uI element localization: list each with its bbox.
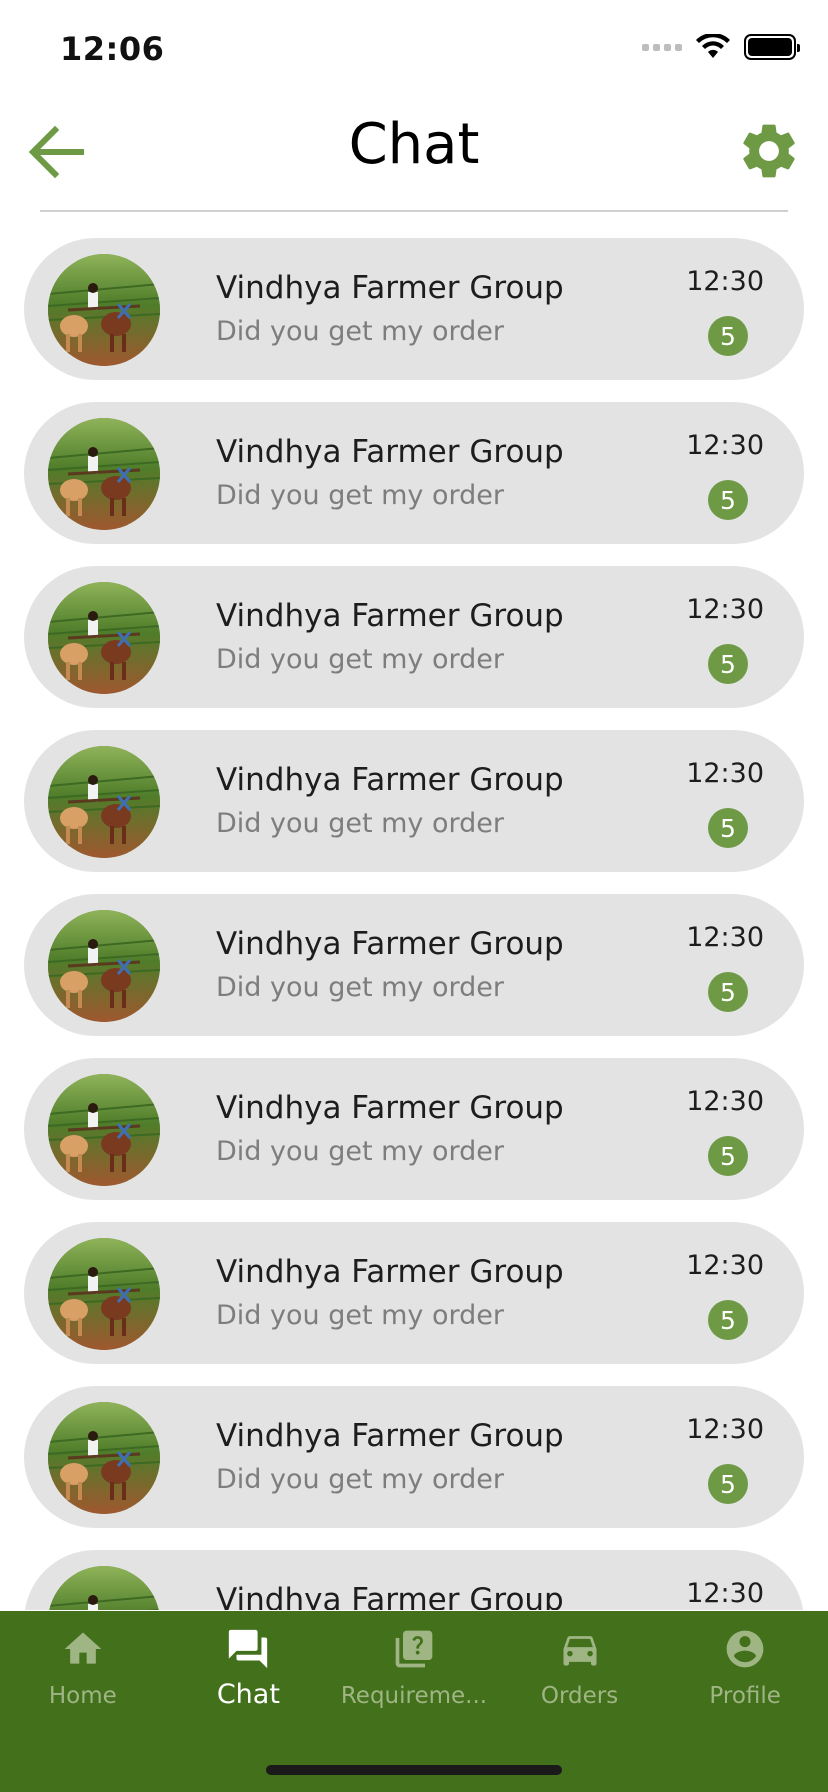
chat-time: 12:30 [686, 266, 764, 297]
avatar [48, 1074, 160, 1186]
chat-preview: Did you get my order [216, 808, 504, 839]
gear-icon [743, 124, 795, 178]
header-divider [40, 210, 788, 212]
status-time: 12:06 [60, 30, 165, 68]
chat-list-item[interactable]: Vindhya Farmer Group Did you get my orde… [24, 238, 804, 380]
car-icon [563, 1636, 597, 1666]
nav-label-home: Home [48, 1683, 117, 1709]
nav-label-chat: Chat [216, 1679, 280, 1710]
home-indicator [266, 1765, 562, 1775]
nav-label-orders: Orders [540, 1683, 619, 1709]
chat-time: 12:30 [686, 430, 764, 461]
battery-icon [744, 34, 800, 60]
chat-preview: Did you get my order [216, 972, 504, 1003]
chat-list-item[interactable]: Vindhya Farmer Group Did you get my orde… [24, 566, 804, 708]
chat-time: 12:30 [686, 1086, 764, 1117]
avatar-image [48, 582, 160, 694]
unread-badge: 5 [708, 644, 748, 684]
avatar-image [48, 1074, 160, 1186]
settings-button[interactable] [734, 116, 804, 186]
chat-preview: Did you get my order [216, 1136, 504, 1167]
avatar-image [48, 1238, 160, 1350]
avatar [48, 1402, 160, 1514]
chat-time: 12:30 [686, 594, 764, 625]
avatar-image [48, 418, 160, 530]
avatar-image [48, 910, 160, 1022]
avatar-image [48, 746, 160, 858]
chat-preview: Did you get my order [216, 316, 504, 347]
unread-badge: 5 [708, 1136, 748, 1176]
avatar-image [48, 1566, 160, 1610]
nav-item-orders[interactable]: Orders [497, 1611, 663, 1731]
status-bar: 12:06 [0, 0, 828, 100]
chat-time: 12:30 [686, 1414, 764, 1445]
nav-item-home[interactable]: Home [0, 1611, 166, 1731]
chat-preview: Did you get my order [216, 1464, 504, 1495]
chat-name: Vindhya Farmer Group [216, 1582, 564, 1610]
chat-list-item[interactable]: Vindhya Farmer Group Did you get my orde… [24, 894, 804, 1036]
chat-list-item[interactable]: Vindhya Farmer Group Did you get my orde… [24, 402, 804, 544]
nav-label-requirements: Requireme... [340, 1683, 488, 1709]
chat-time: 12:30 [686, 758, 764, 789]
chat-name: Vindhya Farmer Group [216, 926, 564, 962]
nav-label-profile: Profile [709, 1683, 781, 1709]
chat-name: Vindhya Farmer Group [216, 598, 564, 634]
avatar [48, 418, 160, 530]
chat-preview: Did you get my order [216, 1300, 504, 1331]
chat-name: Vindhya Farmer Group [216, 1254, 564, 1290]
unread-badge: 5 [708, 480, 748, 520]
unread-badge: 5 [708, 1464, 748, 1504]
chat-time: 12:30 [686, 922, 764, 953]
avatar-image [48, 1402, 160, 1514]
avatar [48, 1238, 160, 1350]
avatar-image [48, 254, 160, 366]
avatar [48, 582, 160, 694]
chat-list-item[interactable]: Vindhya Farmer Group Did you get my orde… [24, 1222, 804, 1364]
avatar [48, 1566, 160, 1610]
profile-icon [726, 1630, 764, 1668]
unread-badge: 5 [708, 316, 748, 356]
chat-list-item[interactable]: Vindhya Farmer Group Did you get my orde… [24, 730, 804, 872]
nav-item-requirements[interactable]: Requireme... [331, 1611, 497, 1731]
unread-badge: 5 [708, 972, 748, 1012]
chat-name: Vindhya Farmer Group [216, 434, 564, 470]
chat-name: Vindhya Farmer Group [216, 270, 564, 306]
avatar [48, 910, 160, 1022]
cellular-signal-icon [642, 43, 682, 51]
chat-list-item[interactable]: Vindhya Farmer Group Did you get my orde… [24, 1386, 804, 1528]
status-icons [642, 34, 800, 60]
app-header: Chat [0, 100, 828, 212]
chat-time: 12:30 [686, 1250, 764, 1281]
page-title: Chat [348, 112, 480, 177]
chat-time: 12:30 [686, 1578, 764, 1609]
home-icon [64, 1632, 102, 1664]
chat-preview: Did you get my order [216, 644, 504, 675]
chat-name: Vindhya Farmer Group [216, 762, 564, 798]
chat-preview: Did you get my order [216, 480, 504, 511]
chat-list[interactable]: Vindhya Farmer Group Did you get my orde… [24, 238, 804, 1610]
unread-badge: 5 [708, 1300, 748, 1340]
wifi-icon [696, 34, 730, 58]
requirement-icon [395, 1630, 433, 1668]
avatar [48, 746, 160, 858]
avatar [48, 254, 160, 366]
unread-badge: 5 [708, 808, 748, 848]
chat-icon [229, 1629, 268, 1669]
chat-list-item[interactable]: Vindhya Farmer Group Did you get my orde… [24, 1550, 804, 1610]
chat-name: Vindhya Farmer Group [216, 1090, 564, 1126]
chat-list-item[interactable]: Vindhya Farmer Group Did you get my orde… [24, 1058, 804, 1200]
bottom-navigation: Home Chat Requireme... Orders Profile [0, 1611, 828, 1792]
nav-item-chat[interactable]: Chat [166, 1611, 332, 1731]
nav-item-profile[interactable]: Profile [662, 1611, 828, 1731]
chat-name: Vindhya Farmer Group [216, 1418, 564, 1454]
